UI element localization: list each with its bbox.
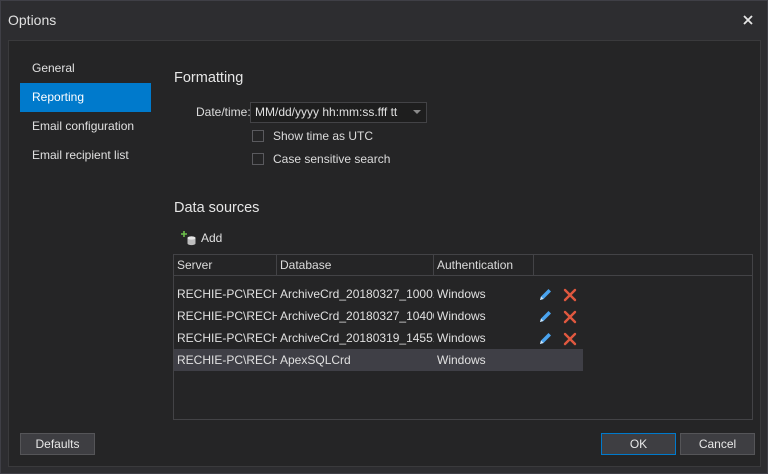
nav-item-reporting[interactable]: Reporting bbox=[20, 83, 151, 112]
chevron-down-icon bbox=[411, 103, 423, 122]
datetime-format-value: MM/dd/yyyy hh:mm:ss.fff tt bbox=[255, 105, 398, 119]
ok-button[interactable]: OK bbox=[601, 433, 676, 455]
add-label: Add bbox=[201, 231, 223, 245]
dialog-content: General Reporting Email configuration Em… bbox=[8, 40, 761, 467]
grid-header: Server Database Authentication bbox=[174, 255, 752, 276]
datetime-label: Date/time: bbox=[196, 105, 251, 119]
table-row[interactable]: RECHIE-PC\RECHIE ApexSQLCrd Windows bbox=[174, 349, 583, 371]
pencil-icon bbox=[540, 333, 551, 344]
datetime-format-select[interactable]: MM/dd/yyyy hh:mm:ss.fff tt bbox=[250, 102, 427, 123]
nav-item-general[interactable]: General bbox=[20, 54, 151, 83]
database-cell: ApexSQLCrd bbox=[280, 353, 351, 367]
column-header-authentication[interactable]: Authentication bbox=[434, 255, 534, 275]
delete-x-icon bbox=[563, 310, 576, 323]
authentication-cell: Windows bbox=[437, 287, 486, 301]
table-row[interactable]: RECHIE-PC\RECHIE ArchiveCrd_20180327_104… bbox=[174, 305, 583, 327]
row-actions bbox=[537, 330, 578, 347]
pencil-icon bbox=[540, 311, 551, 322]
formatting-title: Formatting bbox=[174, 70, 244, 86]
table-row[interactable]: RECHIE-PC\RECHIE ArchiveCrd_20180327_100… bbox=[174, 283, 583, 305]
delete-x-icon bbox=[563, 332, 576, 345]
row-actions bbox=[537, 308, 578, 325]
edit-button[interactable] bbox=[537, 308, 554, 325]
authentication-cell: Windows bbox=[437, 309, 486, 323]
nav-item-email-configuration[interactable]: Email configuration bbox=[20, 112, 151, 141]
options-nav: General Reporting Email configuration Em… bbox=[20, 54, 151, 170]
column-header-server[interactable]: Server bbox=[174, 255, 277, 275]
window-title: Options bbox=[8, 12, 57, 28]
add-data-source-button[interactable]: Add bbox=[181, 229, 222, 247]
server-cell: RECHIE-PC\RECHIE bbox=[177, 309, 277, 323]
database-cell: ArchiveCrd_20180319_145514 bbox=[280, 331, 434, 345]
server-cell: RECHIE-PC\RECHIE bbox=[177, 353, 277, 367]
show-utc-label: Show time as UTC bbox=[273, 129, 374, 143]
pencil-icon bbox=[540, 289, 551, 300]
delete-button[interactable] bbox=[561, 308, 578, 325]
row-actions bbox=[537, 286, 578, 303]
show-utc-option[interactable]: Show time as UTC bbox=[252, 129, 373, 143]
close-button[interactable] bbox=[738, 10, 758, 30]
options-dialog: Options General Reporting Email configur… bbox=[0, 0, 768, 474]
data-sources-title: Data sources bbox=[174, 200, 260, 216]
case-sensitive-checkbox[interactable] bbox=[252, 153, 264, 165]
authentication-cell: Windows bbox=[437, 353, 486, 367]
edit-button[interactable] bbox=[537, 330, 554, 347]
close-icon bbox=[743, 15, 753, 25]
server-cell: RECHIE-PC\RECHIE bbox=[177, 287, 277, 301]
server-cell: RECHIE-PC\RECHIE bbox=[177, 331, 277, 345]
delete-button[interactable] bbox=[561, 330, 578, 347]
table-row[interactable]: RECHIE-PC\RECHIE ArchiveCrd_20180319_145… bbox=[174, 327, 583, 349]
case-sensitive-option[interactable]: Case sensitive search bbox=[252, 152, 390, 166]
title-bar: Options bbox=[1, 1, 767, 39]
nav-item-email-recipient-list[interactable]: Email recipient list bbox=[20, 141, 151, 170]
authentication-cell: Windows bbox=[437, 331, 486, 345]
column-header-database[interactable]: Database bbox=[277, 255, 434, 275]
delete-x-icon bbox=[563, 288, 576, 301]
defaults-button[interactable]: Defaults bbox=[20, 433, 95, 455]
add-database-icon bbox=[181, 231, 196, 246]
delete-button[interactable] bbox=[561, 286, 578, 303]
data-sources-grid: Server Database Authentication RECHIE-PC… bbox=[173, 254, 753, 420]
cancel-button[interactable]: Cancel bbox=[680, 433, 755, 455]
database-cell: ArchiveCrd_20180327_100014 bbox=[280, 287, 434, 301]
edit-button[interactable] bbox=[537, 286, 554, 303]
show-utc-checkbox[interactable] bbox=[252, 130, 264, 142]
case-sensitive-label: Case sensitive search bbox=[273, 152, 391, 166]
database-cell: ArchiveCrd_20180327_104009 bbox=[280, 309, 434, 323]
